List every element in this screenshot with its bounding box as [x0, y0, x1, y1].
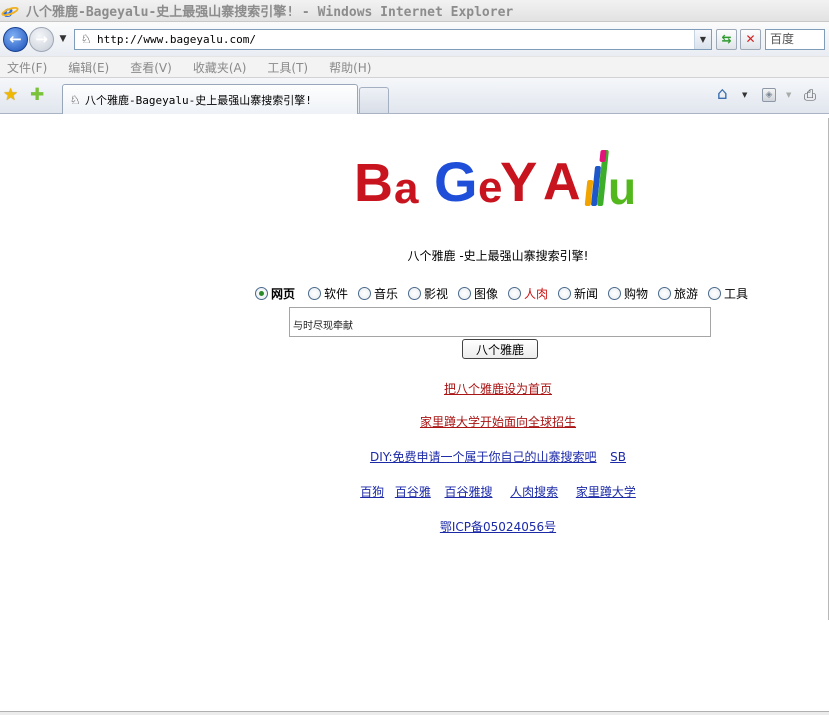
logo-letter: e: [478, 163, 503, 212]
search-button[interactable]: 八个雅鹿: [462, 339, 538, 359]
forward-button[interactable]: →: [29, 26, 54, 52]
friend-link-baiguya[interactable]: 百谷雅: [395, 485, 431, 499]
category-radio-shopping[interactable]: 购物: [608, 285, 648, 302]
category-radio-news[interactable]: 新闻: [558, 285, 598, 302]
site-favicon-icon: ♘: [69, 92, 81, 107]
tab-title: 八个雅鹿-Bageyalu-史上最强山寨搜索引擎!: [85, 93, 312, 107]
rss-feed-icon[interactable]: ◈: [762, 88, 776, 102]
search-engine-box[interactable]: 百度: [765, 28, 825, 50]
icp-row: 鄂ICP备05024056号: [300, 518, 696, 535]
bageyalu-logo: B a G e Y A u: [354, 150, 644, 212]
print-icon[interactable]: ⎙: [804, 86, 816, 104]
address-box: ♘ ▼: [74, 28, 712, 50]
menu-help[interactable]: 帮助(H): [329, 59, 371, 76]
status-bar-edge: [0, 711, 829, 715]
category-radio-tools[interactable]: 工具: [708, 285, 748, 302]
radio-dot[interactable]: [558, 287, 571, 300]
arrow-right-icon: →: [35, 30, 48, 48]
address-toolbar: ← → ▼ ♘ ▼ ⇆ ✕ 百度: [0, 22, 829, 56]
radio-dot[interactable]: [458, 287, 471, 300]
recent-pages-dropdown[interactable]: ▼: [57, 34, 69, 44]
icp-link[interactable]: 鄂ICP备05024056号: [440, 520, 556, 534]
set-homepage-link[interactable]: 把八个雅鹿设为首页: [444, 382, 552, 396]
site-favicon-icon: ♘: [80, 32, 92, 46]
sb-link[interactable]: SB: [610, 450, 626, 464]
refresh-button[interactable]: ⇆: [716, 28, 737, 50]
search-input[interactable]: [289, 307, 711, 337]
university-link-row: 家里蹲大学开始面向全球招生: [300, 413, 696, 430]
chevron-down-icon: ▼: [699, 34, 707, 44]
menu-bar: 文件(F) 编辑(E) 查看(V) 收藏夹(A) 工具(T) 帮助(H): [0, 56, 829, 78]
window-title-bar: e 八个雅鹿-Bageyalu-史上最强山寨搜索引擎! - Windows In…: [0, 0, 829, 22]
category-radio-video[interactable]: 影视: [408, 285, 448, 302]
friend-link-renrou[interactable]: 人肉搜索: [510, 485, 558, 499]
logo-color-bars: [584, 150, 609, 206]
back-button[interactable]: ←: [3, 26, 28, 52]
tagline: 八个雅鹿 -史上最强山寨搜索引擎!: [407, 249, 589, 263]
radio-dot[interactable]: [358, 287, 371, 300]
home-icon[interactable]: ⌂: [717, 85, 728, 103]
logo-letter: G: [434, 150, 478, 213]
logo-letter: u: [608, 162, 637, 214]
radio-dot[interactable]: [508, 287, 521, 300]
radio-dot[interactable]: [608, 287, 621, 300]
logo-letter: B: [354, 153, 393, 213]
menu-view[interactable]: 查看(V): [130, 59, 172, 76]
friend-link-baigou[interactable]: 百狗: [360, 485, 384, 499]
new-tab-button[interactable]: [359, 87, 389, 113]
refresh-icon: ⇆: [721, 32, 732, 46]
menu-favorites[interactable]: 收藏夹(A): [193, 59, 247, 76]
tab-bar: ★ ✚ ♘ 八个雅鹿-Bageyalu-史上最强山寨搜索引擎! ⌂ ▼ ◈ ▼ …: [0, 78, 829, 114]
add-favorite-icon[interactable]: ✚: [30, 86, 44, 104]
radio-dot[interactable]: [308, 287, 321, 300]
logo-letter: a: [394, 164, 419, 213]
friend-links-row: 百狗 百谷雅 百谷雅搜 人肉搜索 家里蹲大学: [300, 483, 696, 500]
category-radio-human-flesh[interactable]: 人肉: [508, 285, 548, 302]
category-radio-travel[interactable]: 旅游: [658, 285, 698, 302]
radio-dot[interactable]: [658, 287, 671, 300]
diy-link-row: DIY:免费申请一个属于你自己的山寨搜索吧 SB: [300, 448, 696, 465]
menu-file[interactable]: 文件(F): [7, 59, 47, 76]
university-link[interactable]: 家里蹲大学开始面向全球招生: [420, 415, 576, 429]
logo-letter: Y: [500, 150, 538, 213]
arrow-left-icon: ←: [9, 30, 22, 48]
radio-dot[interactable]: [708, 287, 721, 300]
menu-edit[interactable]: 编辑(E): [68, 59, 109, 76]
address-dropdown[interactable]: ▼: [694, 29, 711, 49]
chevron-down-icon[interactable]: ▼: [786, 91, 791, 99]
category-radio-music[interactable]: 音乐: [358, 285, 398, 302]
search-category-group: 网页 软件 音乐 影视 图像 人肉 新闻 购物 旅游 工具: [255, 285, 755, 301]
logo-letter: A: [543, 153, 581, 211]
friend-link-baiguyasou[interactable]: 百谷雅搜: [444, 485, 492, 499]
category-radio-software[interactable]: 软件: [308, 285, 348, 302]
menu-tools[interactable]: 工具(T): [267, 59, 308, 76]
radio-dot[interactable]: [408, 287, 421, 300]
friend-link-jialidun[interactable]: 家里蹲大学: [576, 485, 636, 499]
diy-link[interactable]: DIY:免费申请一个属于你自己的山寨搜索吧: [370, 450, 597, 464]
category-radio-images[interactable]: 图像: [458, 285, 498, 302]
tab-current[interactable]: ♘ 八个雅鹿-Bageyalu-史上最强山寨搜索引擎!: [62, 84, 358, 114]
favorites-star-icon[interactable]: ★: [3, 86, 18, 104]
address-input[interactable]: [97, 30, 694, 48]
homepage-link-row: 把八个雅鹿设为首页: [300, 380, 696, 397]
window-title: 八个雅鹿-Bageyalu-史上最强山寨搜索引擎! - Windows Inte…: [26, 5, 514, 20]
category-radio-web[interactable]: 网页: [255, 285, 295, 302]
ie-logo-icon: e: [0, 2, 20, 21]
stop-button[interactable]: ✕: [740, 28, 761, 50]
radio-dot[interactable]: [255, 287, 268, 300]
chevron-down-icon: ▼: [59, 34, 67, 44]
close-icon: ✕: [745, 32, 756, 46]
chevron-down-icon[interactable]: ▼: [742, 91, 747, 99]
